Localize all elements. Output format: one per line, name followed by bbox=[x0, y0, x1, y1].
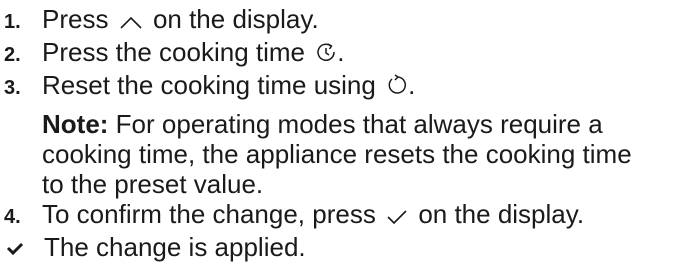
note-text: For operating modes that always require … bbox=[115, 109, 603, 139]
step-text: Press the cooking time bbox=[42, 37, 306, 67]
step-number: 4. bbox=[4, 206, 21, 228]
note-label: Note: bbox=[42, 109, 109, 139]
checkmark-icon bbox=[386, 201, 408, 231]
step-number: 3. bbox=[4, 77, 21, 99]
reset-icon bbox=[386, 72, 408, 102]
note-block: Note: For operating modes that always re… bbox=[42, 109, 697, 199]
result-check-icon bbox=[0, 232, 44, 262]
step-text: To confirm the change, press bbox=[42, 199, 376, 229]
chevron-up-icon bbox=[119, 6, 143, 36]
note-text: to the preset value. bbox=[42, 169, 264, 199]
result-text: The change is applied. bbox=[44, 232, 306, 262]
step-text: on the display. bbox=[418, 199, 585, 229]
step-text: on the display. bbox=[152, 4, 319, 34]
step-number: 2. bbox=[4, 44, 21, 66]
instruction-document: 1. Press on the display. 2. Press the co… bbox=[0, 0, 697, 262]
note-text: cooking time, the appliance resets the c… bbox=[42, 139, 632, 169]
result-row: The change is applied. bbox=[0, 232, 697, 262]
step-number: 1. bbox=[4, 11, 21, 33]
step-1: 1. Press on the display. bbox=[0, 4, 697, 37]
step-text: Press bbox=[42, 4, 109, 34]
step-text: . bbox=[337, 37, 345, 67]
cooking-time-icon bbox=[315, 39, 337, 69]
step-3: 3. Reset the cooking time using . bbox=[0, 70, 697, 103]
step-text: Reset the cooking time using bbox=[42, 70, 376, 100]
step-text: . bbox=[408, 70, 416, 100]
step-2: 2. Press the cooking time . bbox=[0, 37, 697, 70]
step-4: 4. To confirm the change, press on the d… bbox=[0, 199, 697, 232]
